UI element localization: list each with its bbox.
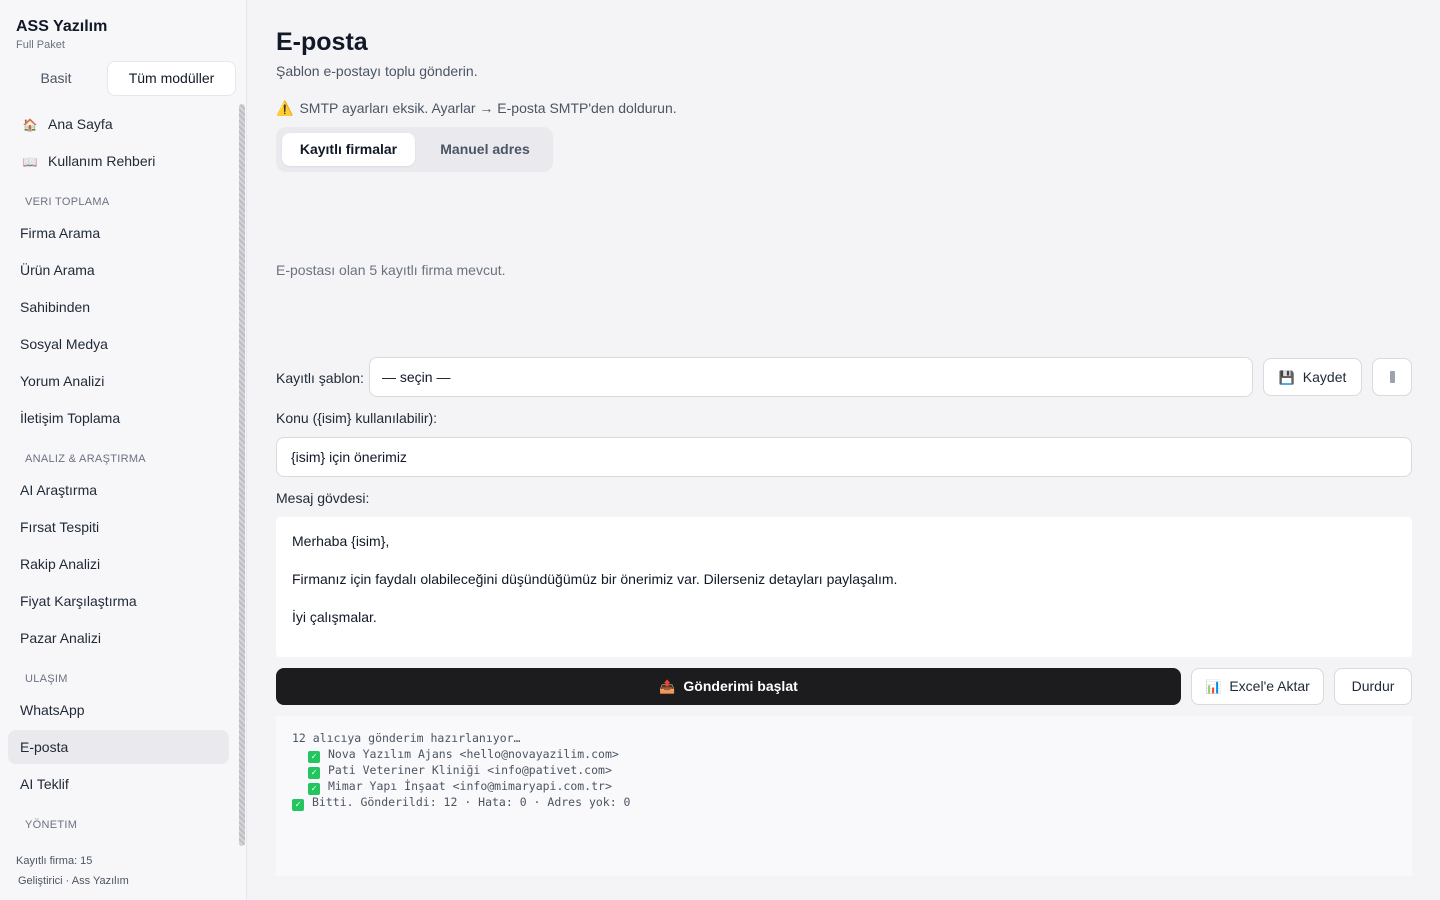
sidebar-item-ai-teklif[interactable]: AI Teklif xyxy=(8,767,229,801)
mode-tabs: Basit Tüm modüller xyxy=(8,61,236,96)
sidebar-item-iletisim-toplama[interactable]: İletişim Toplama xyxy=(8,401,229,435)
mode-tab-all-modules[interactable]: Tüm modüller xyxy=(107,61,236,96)
sidebar-item-label: Kullanım Rehberi xyxy=(48,153,156,169)
start-button-label: Gönderimi başlat xyxy=(683,678,798,694)
sidebar-item-fiyat-karsilastirma[interactable]: Fiyat Karşılaştırma xyxy=(8,584,229,618)
start-sending-button[interactable]: 📤 Gönderimi başlat xyxy=(276,668,1181,705)
sidebar-item-guide[interactable]: 📖 Kullanım Rehberi xyxy=(8,144,229,178)
sidebar-item-label: Ana Sayfa xyxy=(48,116,113,132)
tab-manual-address[interactable]: Manuel adres xyxy=(421,133,549,166)
sidebar-item-urun-arama[interactable]: Ürün Arama xyxy=(8,253,229,287)
warning-icon: ⚠️ xyxy=(276,100,294,116)
log-line: ✓ Pati Veteriner Kliniği <info@pativet.co… xyxy=(292,762,1396,779)
subject-label: Konu ({isim} kullanılabilir): xyxy=(276,410,438,426)
body-line: İyi çalışmalar. xyxy=(292,609,377,625)
section-admin: YÖNETIM xyxy=(25,819,78,831)
sidebar-item-firsat-tespiti[interactable]: Fırsat Tespiti xyxy=(8,510,229,544)
page-subtitle: Şablon e-postayı toplu gönderin. xyxy=(276,63,478,79)
brand-title: ASS Yazılım xyxy=(16,18,108,35)
section-analysis: ANALIZ & ARAŞTIRMA xyxy=(25,453,146,465)
message-body-textarea[interactable]: Merhaba {isim}, Firmanız için faydalı ol… xyxy=(276,517,1412,657)
page-title: E-posta xyxy=(276,28,368,56)
mode-tab-basic[interactable]: Basit xyxy=(8,61,104,96)
body-label: Mesaj gövdesi: xyxy=(276,490,370,506)
warning-text: SMTP ayarları eksik. Ayarlar → E-posta S… xyxy=(299,100,677,116)
sidebar-item-sahibinden[interactable]: Sahibinden xyxy=(8,290,229,324)
smtp-warning: ⚠️ SMTP ayarları eksik. Ayarlar → E-posta… xyxy=(276,100,677,117)
brand-subtitle: Full Paket xyxy=(16,39,65,51)
sidebar-item-rakip-analizi[interactable]: Rakip Analizi xyxy=(8,547,229,581)
book-icon: 📖 xyxy=(22,155,38,169)
template-label: Kayıtlı şablon: xyxy=(276,370,364,386)
subject-input[interactable]: {isim} için önerimiz xyxy=(276,437,1412,477)
stop-button[interactable]: Durdur xyxy=(1334,668,1412,705)
body-line: Firmanız için faydalı olabileceğini düşü… xyxy=(292,571,898,587)
sidebar-item-sosyal-medya[interactable]: Sosyal Medya xyxy=(8,327,229,361)
sidebar-item-pazar-analizi[interactable]: Pazar Analizi xyxy=(8,621,229,655)
house-icon: 🏠 xyxy=(22,118,38,132)
outbox-icon: 📤 xyxy=(659,679,676,694)
send-log: 12 alıcıya gönderim hazırlanıyor… ✓ Nova … xyxy=(276,716,1412,876)
section-data-collection: VERI TOPLAMA xyxy=(25,196,110,208)
floppy-disk-icon: 💾 xyxy=(1278,370,1295,385)
check-icon: ✓ xyxy=(292,799,304,811)
log-line: ✓ Nova Yazılım Ajans <hello@novayazilim.c… xyxy=(292,746,1396,763)
sidebar-item-yorum-analizi[interactable]: Yorum Analizi xyxy=(8,364,229,398)
trash-icon xyxy=(1389,371,1395,383)
body-line: Merhaba {isim}, xyxy=(292,533,390,549)
tab-saved-firms[interactable]: Kayıtlı firmalar xyxy=(282,133,415,166)
export-button-label: Excel'e Aktar xyxy=(1229,678,1310,694)
sidebar-scrollbar[interactable] xyxy=(239,104,245,846)
recipient-tabs: Kayıtlı firmalar Manuel adres xyxy=(276,127,553,172)
sidebar-nav: 🏠 Ana Sayfa 📖 Kullanım Rehberi VERI TOPLAM… xyxy=(0,104,236,848)
template-select[interactable]: — seçin — xyxy=(369,357,1253,397)
delete-template-button[interactable] xyxy=(1372,358,1412,396)
sidebar-item-ai-arastirma[interactable]: AI Araştırma xyxy=(8,473,229,507)
save-button-label: Kaydet xyxy=(1302,369,1347,385)
sidebar-item-firma-arama[interactable]: Firma Arama xyxy=(8,216,229,250)
sidebar-item-whatsapp[interactable]: WhatsApp xyxy=(8,693,229,727)
sidebar-item-home[interactable]: 🏠 Ana Sayfa xyxy=(8,107,229,141)
log-line: 12 alıcıya gönderim hazırlanıyor… xyxy=(292,731,521,745)
saved-firms-count: Kayıtlı firma: 15 xyxy=(16,855,93,867)
developer-credit: Geliştirici · Ass Yazılım xyxy=(18,875,129,887)
sidebar: ASS Yazılım Full Paket Basit Tüm modülle… xyxy=(0,0,247,900)
log-line: ✓ Mimar Yapı İnşaat <info@mimaryapi.com.t… xyxy=(292,778,1396,795)
main-content: E-posta Şablon e-postayı toplu gönderin.… xyxy=(248,0,1440,900)
log-line: ✓ Bitti. Gönderildi: 12 · Hata: 0 · Adres… xyxy=(292,794,1396,811)
section-outreach: ULAŞIM xyxy=(25,673,68,685)
sidebar-item-eposta[interactable]: E-posta xyxy=(8,730,229,764)
chart-icon: 📊 xyxy=(1205,679,1222,694)
save-template-button[interactable]: 💾 Kaydet xyxy=(1263,358,1362,396)
available-firms-text: E-postası olan 5 kayıtlı firma mevcut. xyxy=(276,262,506,278)
export-excel-button[interactable]: 📊 Excel'e Aktar xyxy=(1191,668,1324,705)
